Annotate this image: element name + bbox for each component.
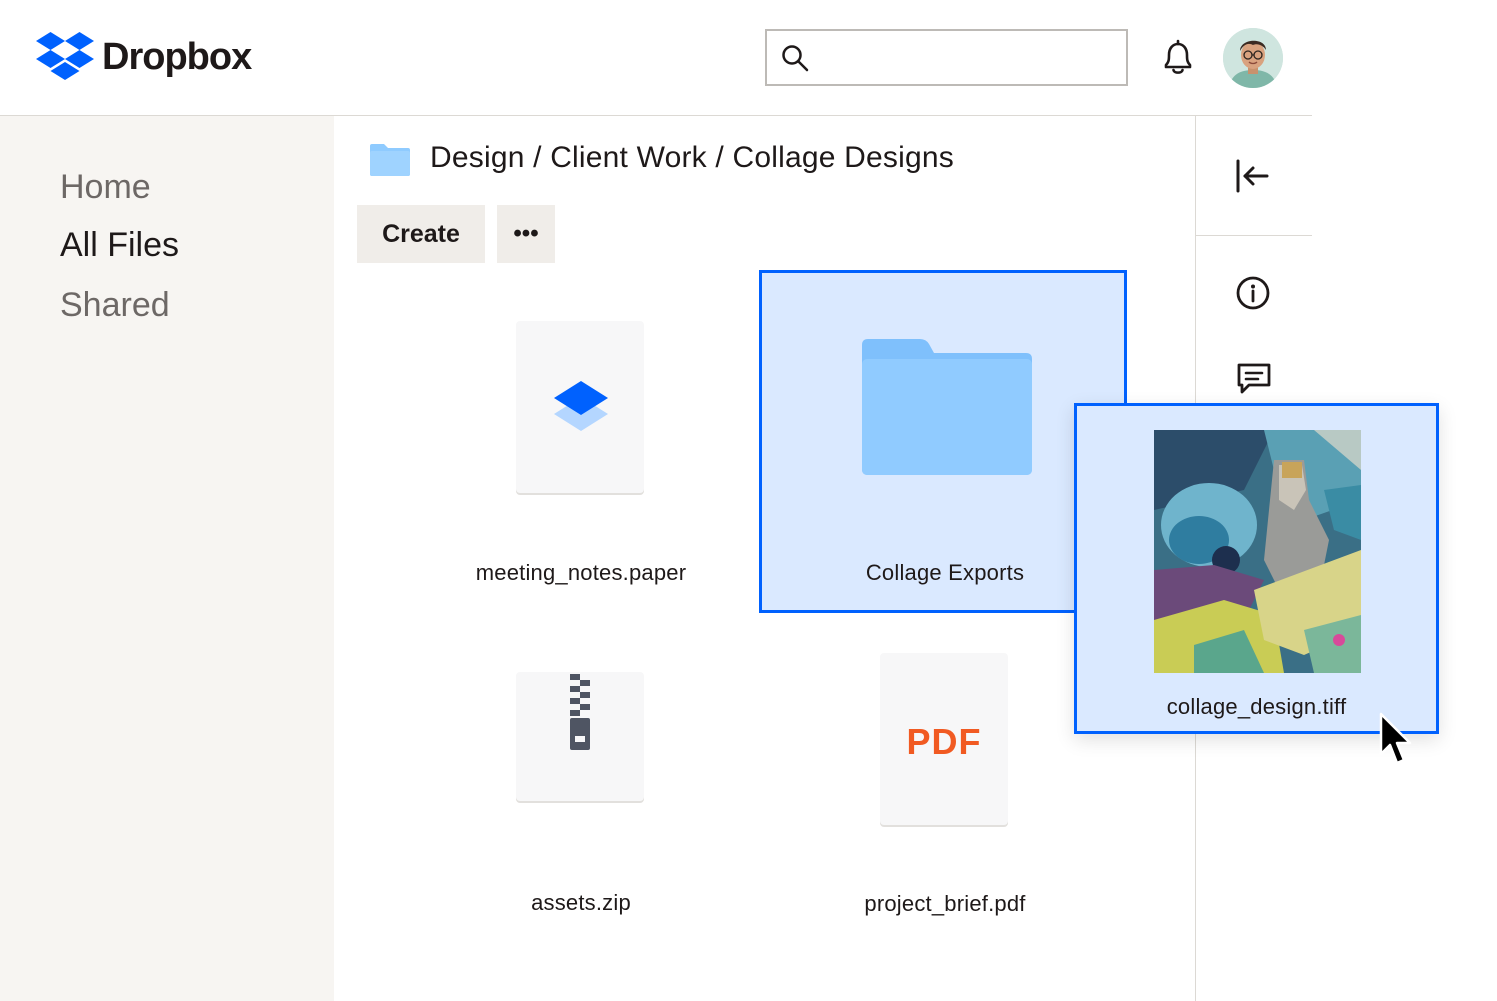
dropbox-logo[interactable]: Dropbox: [36, 32, 252, 82]
search-box[interactable]: [765, 29, 1128, 86]
pdf-badge: PDF: [906, 721, 982, 762]
file-name[interactable]: meeting_notes.paper: [416, 560, 746, 586]
mouse-cursor-icon: [1379, 712, 1412, 765]
dragged-file[interactable]: collage_design.tiff: [1074, 403, 1439, 734]
user-avatar-image: [1223, 28, 1283, 88]
file-thumbnail-paper[interactable]: [516, 321, 644, 493]
bell-icon[interactable]: [1158, 39, 1198, 77]
collage-image-thumbnail: [1154, 430, 1361, 673]
collapse-left-icon[interactable]: [1234, 158, 1270, 194]
more-options-button[interactable]: •••: [497, 205, 555, 263]
folder-name[interactable]: Collage Exports: [780, 560, 1110, 586]
folder-icon: [370, 144, 410, 176]
search-icon: [782, 45, 809, 72]
info-icon[interactable]: [1236, 276, 1270, 310]
create-button[interactable]: Create: [357, 205, 485, 263]
brand-name: Dropbox: [102, 35, 252, 78]
zip-icon: [570, 674, 590, 750]
file-thumbnail-zip[interactable]: [516, 672, 644, 801]
right-rail-separator: [1196, 235, 1312, 236]
dropbox-logo-icon: [36, 32, 94, 80]
file-name[interactable]: assets.zip: [416, 890, 746, 916]
collage-artwork: [1154, 430, 1361, 673]
folder-icon: [862, 339, 1032, 475]
breadcrumb[interactable]: Design / Client Work / Collage Designs: [430, 141, 954, 175]
file-name[interactable]: project_brief.pdf: [780, 891, 1110, 917]
comment-icon[interactable]: [1236, 362, 1272, 396]
sidebar-item-shared[interactable]: Shared: [60, 286, 170, 325]
sidebar-item-home[interactable]: Home: [60, 168, 151, 207]
avatar[interactable]: [1223, 28, 1283, 88]
dropbox-paper-icon: [554, 381, 608, 431]
sidebar-item-all-files[interactable]: All Files: [60, 226, 179, 265]
search-input[interactable]: [821, 39, 1115, 77]
file-thumbnail-pdf[interactable]: PDF: [880, 653, 1008, 825]
